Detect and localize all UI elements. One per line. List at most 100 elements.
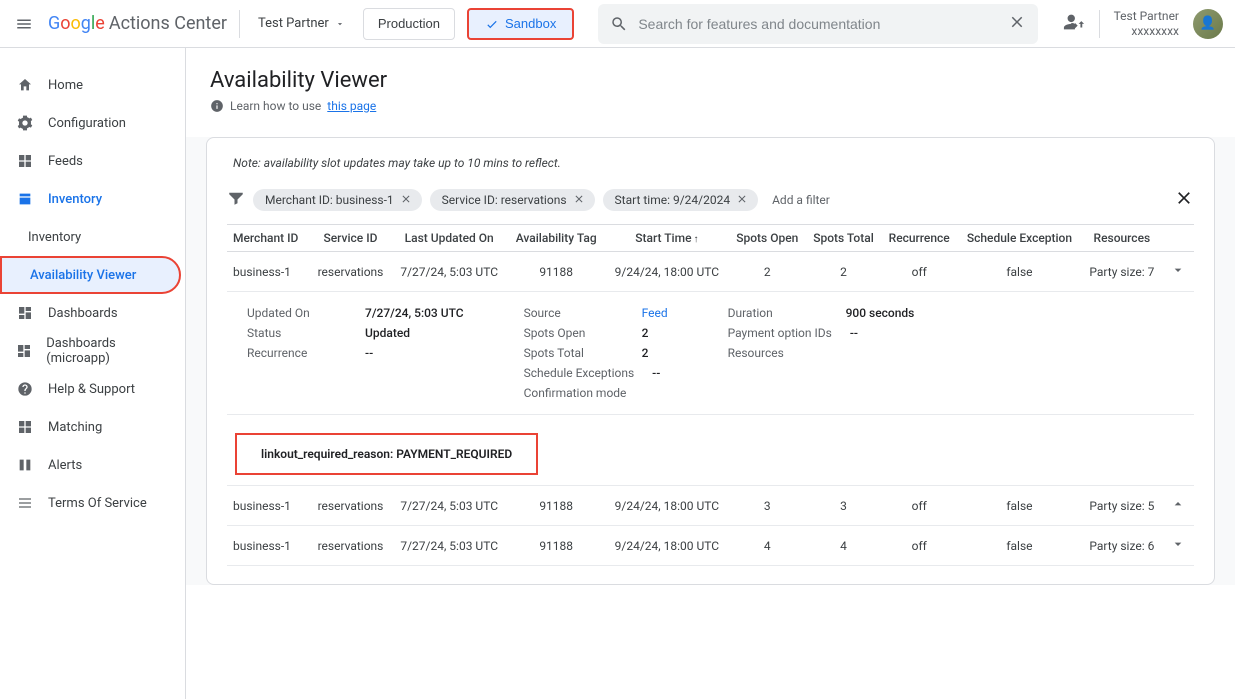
sidebar-item-dashboards-micro[interactable]: Dashboards (microapp) (0, 332, 185, 370)
chevron-down-icon[interactable] (1170, 262, 1186, 278)
sidebar-label: Home (48, 78, 83, 93)
sidebar-label: Matching (48, 420, 102, 435)
search-clear-icon[interactable] (1008, 13, 1026, 35)
sidebar-item-dashboards[interactable]: Dashboards (0, 294, 185, 332)
sidebar-label: Inventory (28, 230, 81, 245)
filter-icon[interactable] (227, 189, 245, 211)
chip-label: Merchant ID: business-1 (265, 193, 394, 207)
sidebar-item-inventory[interactable]: Inventory (0, 180, 185, 218)
sidebar-label: Dashboards (48, 306, 118, 321)
avatar[interactable]: 👤 (1193, 9, 1223, 39)
availability-table: Merchant ID Service ID Last Updated On A… (227, 224, 1194, 566)
sidebar: Home Configuration Feeds Inventory Inven… (0, 48, 186, 699)
sort-asc-icon: ↑ (694, 234, 699, 245)
sidebar-item-tos[interactable]: Terms Of Service (0, 484, 185, 522)
sidebar-item-alerts[interactable]: Alerts (0, 446, 185, 484)
sidebar-item-availability-viewer[interactable]: Availability Viewer (0, 256, 181, 294)
sidebar-item-help[interactable]: Help & Support (0, 370, 185, 408)
grid-icon (16, 152, 34, 170)
page-header: Availability Viewer Learn how to use thi… (186, 48, 1235, 125)
help-prefix: Learn how to use (230, 99, 321, 113)
col-resources[interactable]: Resources (1082, 225, 1162, 252)
detail-value: Updated (365, 326, 410, 340)
divider (239, 10, 240, 38)
col-service[interactable]: Service ID (310, 225, 391, 252)
col-exception[interactable]: Schedule Exception (957, 225, 1082, 252)
detail-label: Spots Total (524, 346, 624, 360)
sidebar-label: Feeds (48, 154, 83, 169)
linkout-reason-box: linkout_required_reason: PAYMENT_REQUIRE… (235, 433, 538, 475)
logo: Google Actions Center (48, 13, 227, 34)
page-help: Learn how to use this page (210, 99, 1211, 113)
col-tag[interactable]: Availability Tag (507, 225, 605, 252)
sidebar-item-configuration[interactable]: Configuration (0, 104, 185, 142)
sidebar-item-inventory-sub[interactable]: Inventory (0, 218, 185, 256)
chevron-up-icon[interactable] (1170, 496, 1186, 512)
sandbox-label: Sandbox (505, 16, 556, 31)
filter-bar: Merchant ID: business-1 Service ID: rese… (227, 188, 1194, 212)
alert-icon (16, 456, 34, 474)
sidebar-label: Configuration (48, 116, 126, 131)
header-right: Test Partner xxxxxxxx 👤 (1063, 9, 1223, 39)
detail-value-link[interactable]: Feed (642, 306, 668, 320)
product-name: Actions Center (109, 13, 227, 34)
search-input[interactable] (638, 16, 998, 32)
chip-remove-icon[interactable] (573, 193, 587, 207)
user-info: Test Partner xxxxxxxx (1114, 9, 1179, 39)
filter-chip-merchant[interactable]: Merchant ID: business-1 (253, 189, 422, 211)
detail-label: Schedule Exceptions (524, 366, 635, 380)
google-logo: Google (48, 13, 105, 34)
dashboard-icon (16, 342, 32, 360)
dashboard-icon (16, 304, 34, 322)
col-merchant[interactable]: Merchant ID (227, 225, 310, 252)
sidebar-label: Availability Viewer (30, 268, 136, 283)
chip-label: Service ID: reservations (442, 193, 567, 207)
sandbox-button[interactable]: Sandbox (467, 8, 574, 40)
sidebar-item-home[interactable]: Home (0, 66, 185, 104)
sidebar-label: Inventory (48, 192, 102, 207)
col-recurrence[interactable]: Recurrence (881, 225, 957, 252)
filter-chip-service[interactable]: Service ID: reservations (430, 189, 595, 211)
production-button[interactable]: Production (363, 8, 455, 40)
divider (1099, 10, 1100, 38)
help-link[interactable]: this page (327, 99, 376, 113)
detail-label: Resources (728, 346, 828, 360)
detail-label: Payment option IDs (728, 326, 832, 340)
search-icon (610, 15, 628, 33)
add-filter-button[interactable]: Add a filter (766, 193, 836, 207)
page-title: Availability Viewer (210, 68, 1211, 93)
home-icon (16, 76, 34, 94)
help-icon (16, 380, 34, 398)
user-name: Test Partner (1114, 9, 1179, 24)
col-open[interactable]: Spots Open (729, 225, 806, 252)
table-row[interactable]: business-1reservations7/27/24, 5:03 UTC9… (227, 252, 1194, 292)
detail-value: 900 seconds (846, 306, 915, 320)
check-icon (485, 17, 499, 31)
col-total[interactable]: Spots Total (806, 225, 881, 252)
sidebar-item-feeds[interactable]: Feeds (0, 142, 185, 180)
chevron-down-icon[interactable] (1170, 536, 1186, 552)
sidebar-item-matching[interactable]: Matching (0, 408, 185, 446)
chip-remove-icon[interactable] (400, 193, 414, 207)
col-updated[interactable]: Last Updated On (391, 225, 507, 252)
gear-icon (16, 114, 34, 132)
inventory-icon (16, 190, 34, 208)
partner-dropdown[interactable]: Test Partner (252, 16, 351, 31)
filter-chip-start[interactable]: Start time: 9/24/2024 (603, 189, 759, 211)
table-header-row: Merchant ID Service ID Last Updated On A… (227, 225, 1194, 252)
chip-remove-icon[interactable] (736, 193, 750, 207)
main-content: Availability Viewer Learn how to use thi… (186, 48, 1235, 699)
sidebar-label: Dashboards (microapp) (46, 336, 169, 366)
account-switch-icon[interactable] (1063, 11, 1085, 37)
col-start[interactable]: Start Time↑ (605, 225, 729, 252)
table-row[interactable]: business-1reservations7/27/24, 5:03 UTC9… (227, 526, 1194, 566)
card-note: Note: availability slot updates may take… (227, 156, 1194, 170)
sidebar-label: Terms Of Service (48, 496, 147, 511)
search-bar[interactable] (598, 4, 1038, 44)
detail-value: -- (652, 366, 660, 380)
detail-value: 2 (642, 326, 649, 340)
table-row[interactable]: business-1reservations7/27/24, 5:03 UTC9… (227, 486, 1194, 526)
close-filters-icon[interactable] (1174, 188, 1194, 212)
availability-card: Note: availability slot updates may take… (206, 137, 1215, 585)
hamburger-menu[interactable] (12, 12, 36, 36)
